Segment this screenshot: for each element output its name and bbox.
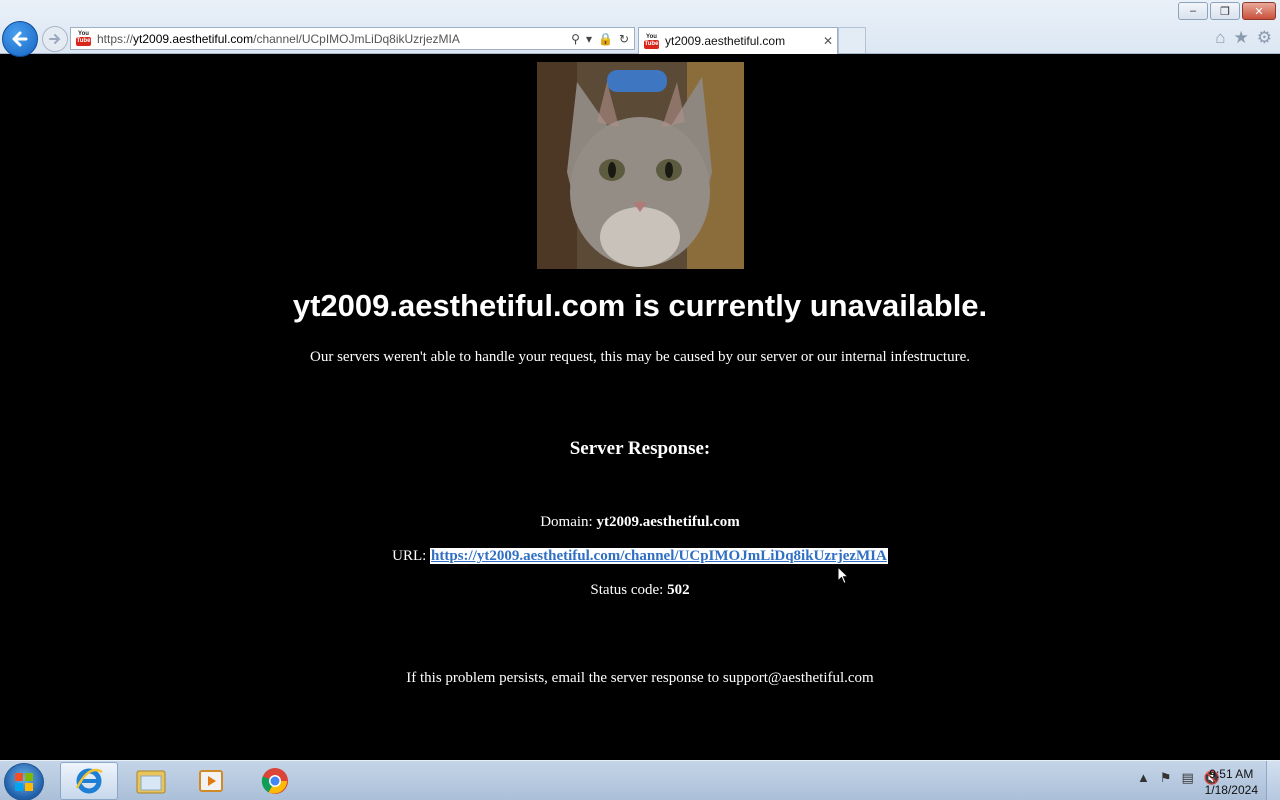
url-link[interactable]: https://yt2009.aesthetiful.com/channel/U… [430,548,888,564]
window-controls: – ❐ ✕ [1178,2,1276,20]
toolbar-icons: ⌂ ★ ⚙ [1215,29,1272,46]
chrome-icon [261,768,288,794]
refresh-icon[interactable]: ↻ [619,33,629,45]
minimize-button[interactable]: – [1178,2,1208,20]
home-icon[interactable]: ⌂ [1215,29,1225,46]
taskbar-chrome[interactable] [246,762,304,800]
clock[interactable]: 9:51 AM 1/18/2024 [1205,766,1258,798]
search-icon[interactable]: ⚲ [571,33,580,45]
youtube-favicon-icon: You Tube [644,33,659,49]
cat-illustration [537,62,744,269]
clock-date: 1/18/2024 [1204,783,1258,797]
folder-icon [136,770,166,794]
taskbar-media-player[interactable] [182,762,240,800]
page-content: yt2009.aesthetiful.com is currently unav… [0,54,1280,760]
close-tab-icon[interactable]: ✕ [819,34,837,48]
tab-active[interactable]: You Tube yt2009.aesthetiful.com ✕ [638,27,838,54]
server-response-heading: Server Response: [569,438,711,459]
clock-time: 9:51 AM [1209,767,1254,781]
show-hidden-icons-icon[interactable]: ▲ [1137,771,1150,784]
gear-icon[interactable]: ⚙ [1257,29,1272,46]
action-center-flag-icon[interactable]: ⚑ [1160,771,1172,784]
browser-chrome: – ❐ ✕ You Tube https://yt2009.aesthetifu… [0,0,1280,57]
youtube-favicon-icon: You Tube [76,31,91,46]
page-title: yt2009.aesthetiful.com is currently unav… [292,288,988,323]
internet-explorer-icon [75,768,103,794]
dropdown-icon[interactable]: ▾ [586,33,592,45]
arrow-right-icon [49,34,61,44]
status-code-value: 502 [667,582,690,598]
domain-value: yt2009.aesthetiful.com [596,514,740,530]
start-button[interactable] [4,763,44,800]
network-icon[interactable]: ▤ [1182,771,1194,784]
arrow-left-icon [12,31,28,47]
tab-title: yt2009.aesthetiful.com [665,34,786,48]
forward-button[interactable] [42,26,68,52]
new-tab-button[interactable] [838,27,866,53]
address-url[interactable]: https://yt2009.aesthetiful.com/channel/U… [97,32,571,46]
favorites-star-icon[interactable]: ★ [1234,29,1249,46]
url-line: URL: https://yt2009.aesthetiful.com/chan… [392,548,888,564]
restore-button[interactable]: ❐ [1210,2,1240,20]
taskbar-internet-explorer[interactable] [60,762,118,800]
cat-image [537,62,744,269]
status-line: Status code: 502 [590,582,690,598]
taskbar: ▲ ⚑ ▤ 🔇 9:51 AM 1/18/2024 [0,760,1280,800]
mouse-cursor-icon [837,566,850,585]
media-player-icon [199,770,223,792]
taskbar-file-explorer[interactable] [122,762,180,800]
address-bar[interactable]: You Tube https://yt2009.aesthetiful.com/… [70,27,635,50]
close-window-button[interactable]: ✕ [1242,2,1276,20]
domain-line: Domain: yt2009.aesthetiful.com [540,514,740,530]
show-desktop-button[interactable] [1266,761,1280,800]
windows-logo-icon [15,773,33,791]
lock-icon[interactable]: 🔒 [598,33,613,45]
error-description: Our servers weren't able to handle your … [310,349,970,365]
support-message: If this problem persists, email the serv… [406,670,874,686]
back-button[interactable] [2,21,38,57]
